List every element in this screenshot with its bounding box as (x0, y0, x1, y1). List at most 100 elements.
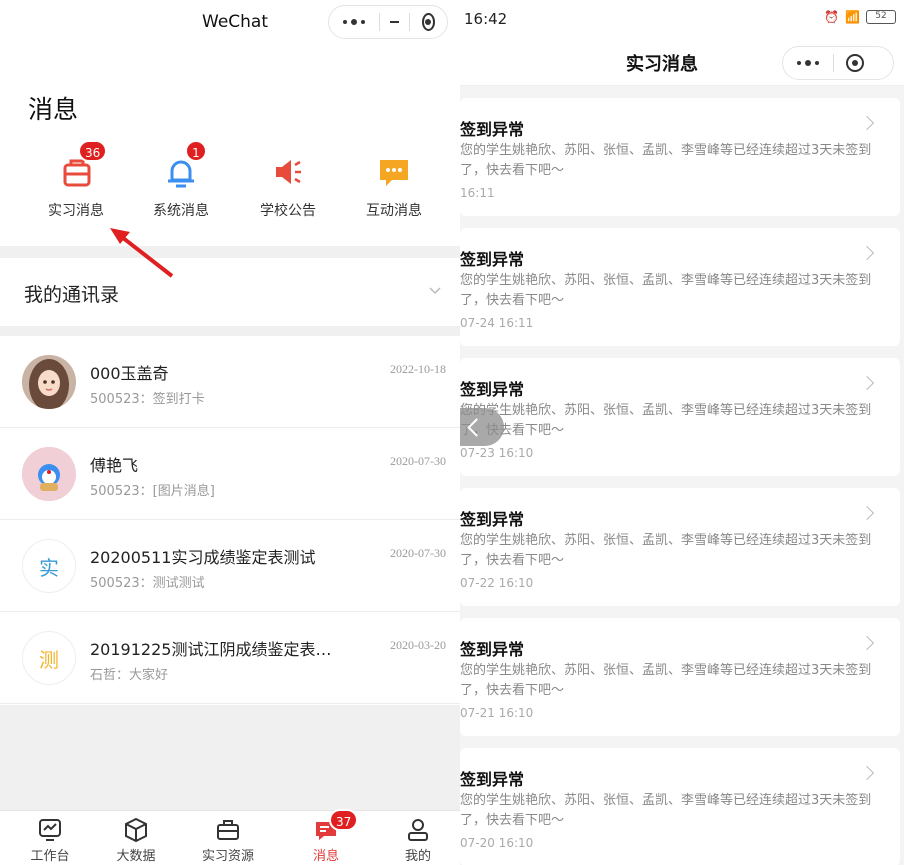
conversation-name: 20200511实习成绩鉴定表测试 (90, 548, 316, 567)
category-school-announcements[interactable]: 学校公告 (240, 140, 336, 220)
section-divider (0, 326, 460, 336)
miniprogram-capsule (782, 46, 894, 80)
card-body: 您的学生姚艳欣、苏阳、张恒、孟凯、李雪峰等已经连续超过3天未签到了，快去看下吧～ (460, 273, 872, 308)
tab-label: 大数据 (116, 849, 156, 864)
briefcase-icon (215, 817, 241, 843)
message-card[interactable]: 签到异常您的学生姚艳欣、苏阳、张恒、孟凯、李雪峰等已经连续超过3天未签到了，快去… (460, 748, 900, 865)
category-label: 互动消息 (366, 203, 422, 219)
card-date: 07-24 16:11 (460, 316, 534, 330)
cube-icon (123, 817, 149, 843)
unread-badge: 1 (185, 140, 207, 162)
bottom-tab-bar: 工作台 大数据 实习资源 37 消息 我的 (0, 809, 460, 865)
conversation-date: 2020-07-30 (390, 546, 446, 560)
message-card[interactable]: 签到异常您的学生姚艳欣、苏阳、张恒、孟凯、李雪峰等已经连续超过3天未签到了，快去… (460, 98, 900, 216)
card-body: 您的学生姚艳欣、苏阳、张恒、孟凯、李雪峰等已经连续超过3天未签到了，快去看下吧～ (460, 533, 872, 568)
tab-internship-resources[interactable]: 实习资源 (198, 817, 258, 864)
message-card[interactable]: 签到异常您的学生姚艳欣、苏阳、张恒、孟凯、李雪峰等已经连续超过3天未签到了，快去… (460, 488, 900, 606)
more-menu-icon[interactable] (329, 19, 379, 25)
phone-status-bar: 16:42 ⏰ 📶 52 (460, 0, 904, 42)
chevron-right-icon (859, 115, 875, 131)
chevron-right-icon (859, 505, 875, 521)
conversation-preview: 500523：[图片消息] (90, 484, 215, 499)
unread-badge: 37 (329, 809, 359, 831)
person-icon (405, 817, 431, 843)
card-date: 16:11 (460, 186, 495, 200)
conversation-date: 2020-03-20 (390, 638, 446, 652)
card-body: 您的学生姚艳欣、苏阳、张恒、孟凯、李雪峰等已经连续超过3天未签到了，快去看下吧～ (460, 663, 872, 698)
category-label: 实习消息 (48, 203, 104, 219)
category-internship-messages[interactable]: 36 实习消息 (28, 140, 124, 220)
chevron-down-icon (429, 287, 441, 295)
close-miniprogram-icon[interactable] (846, 54, 864, 72)
tab-label: 我的 (404, 849, 431, 864)
message-category-row: 36 实习消息 1 系统消息 学校公告 互动消息 (0, 140, 460, 240)
avatar (22, 447, 76, 501)
conversation-date: 2020-07-30 (390, 454, 446, 468)
conversation-item[interactable]: 实 20200511实习成绩鉴定表测试 500523：测试测试 2020-07-… (0, 520, 460, 612)
card-body: 您的学生姚艳欣、苏阳、张恒、孟凯、李雪峰等已经连续超过3天未签到了，快去看下吧～ (460, 143, 872, 178)
message-card[interactable]: 签到异常您的学生姚艳欣、苏阳、张恒、孟凯、李雪峰等已经连续超过3天未签到了，快去… (460, 358, 900, 476)
contacts-header[interactable]: 我的通讯录 (0, 258, 460, 326)
card-date: 07-23 16:10 (460, 446, 534, 460)
tab-mine[interactable]: 我的 (388, 817, 448, 864)
card-date: 07-22 16:10 (460, 576, 534, 590)
category-system-messages[interactable]: 1 系统消息 (133, 140, 229, 220)
contacts-title: 我的通讯录 (24, 284, 120, 306)
chat-bubble-icon (374, 152, 414, 192)
card-title: 签到异常 (460, 250, 525, 269)
card-title: 签到异常 (460, 510, 525, 529)
category-interactive-messages[interactable]: 互动消息 (346, 140, 442, 220)
conversation-date: 2022-10-18 (390, 362, 446, 376)
tab-workbench[interactable]: 工作台 (20, 817, 80, 864)
wifi-icon: 📶 (845, 10, 860, 24)
tab-big-data[interactable]: 大数据 (106, 817, 166, 864)
conversation-preview: 500523：测试测试 (90, 576, 205, 591)
card-date: 07-21 16:10 (460, 706, 534, 720)
tab-messages[interactable]: 37 消息 (296, 809, 359, 864)
briefcase-icon: 36 (56, 140, 108, 192)
megaphone-icon (268, 152, 308, 192)
card-date: 07-20 16:10 (460, 836, 534, 850)
tab-label: 实习资源 (201, 849, 254, 864)
card-title: 签到异常 (460, 770, 525, 789)
conversation-item[interactable]: 傅艳飞 500523：[图片消息] 2020-07-30 (0, 428, 460, 520)
chevron-right-icon (859, 375, 875, 391)
conversation-name: 傅艳飞 (90, 456, 139, 475)
status-time: 16:42 (464, 10, 508, 28)
chevron-right-icon (859, 765, 875, 781)
annotation-arrow-icon (110, 228, 174, 278)
wechat-title-bar: WeChat (0, 0, 460, 46)
avatar (22, 355, 76, 409)
message-card[interactable]: 签到异常您的学生姚艳欣、苏阳、张恒、孟凯、李雪峰等已经连续超过3天未签到了，快去… (460, 228, 900, 346)
internship-messages-page: 16:42 ⏰ 📶 52 实习消息 签到异常您的学生姚艳欣、苏阳、张恒、孟凯、李… (460, 0, 904, 865)
chevron-right-icon (859, 245, 875, 261)
nav-bar: 实习消息 (460, 42, 904, 86)
close-miniprogram-icon[interactable] (421, 13, 435, 31)
avatar: 实 (22, 539, 76, 593)
more-menu-icon[interactable] (783, 60, 833, 66)
card-title: 签到异常 (460, 380, 525, 399)
card-title: 签到异常 (460, 640, 525, 659)
conversation-name: 20191225测试江阴成绩鉴定表… (90, 640, 332, 659)
message-card[interactable]: 签到异常您的学生姚艳欣、苏阳、张恒、孟凯、李雪峰等已经连续超过3天未签到了，快去… (460, 618, 900, 736)
minimize-icon[interactable] (389, 21, 399, 23)
wechat-title: WeChat (202, 12, 268, 32)
back-arrow-icon[interactable] (460, 408, 504, 446)
alarm-icon: ⏰ (824, 10, 840, 24)
empty-area (0, 705, 460, 810)
page-title: 消息 (28, 95, 79, 124)
conversation-item[interactable]: 000玉盖奇 500523：签到打卡 2022-10-18 (0, 336, 460, 428)
section-divider (0, 246, 460, 258)
card-title: 签到异常 (460, 120, 525, 139)
card-body: 您的学生姚艳欣、苏阳、张恒、孟凯、李雪峰等已经连续超过3天未签到了，快去看下吧～ (460, 793, 872, 828)
category-label: 学校公告 (260, 203, 316, 219)
miniprogram-capsule (328, 5, 448, 39)
bell-icon: 1 (161, 140, 207, 192)
dashboard-icon (37, 817, 63, 843)
status-icons: ⏰ 📶 52 (824, 10, 896, 24)
card-body: 您的学生姚艳欣、苏阳、张恒、孟凯、李雪峰等已经连续超过3天未签到了，快去看下吧～ (460, 403, 872, 438)
unread-badge: 36 (78, 140, 108, 162)
conversation-preview: 500523：签到打卡 (90, 392, 205, 407)
conversation-name: 000玉盖奇 (90, 364, 169, 383)
conversation-item[interactable]: 测 20191225测试江阴成绩鉴定表… 石哲：大家好 2020-03-20 (0, 612, 460, 704)
